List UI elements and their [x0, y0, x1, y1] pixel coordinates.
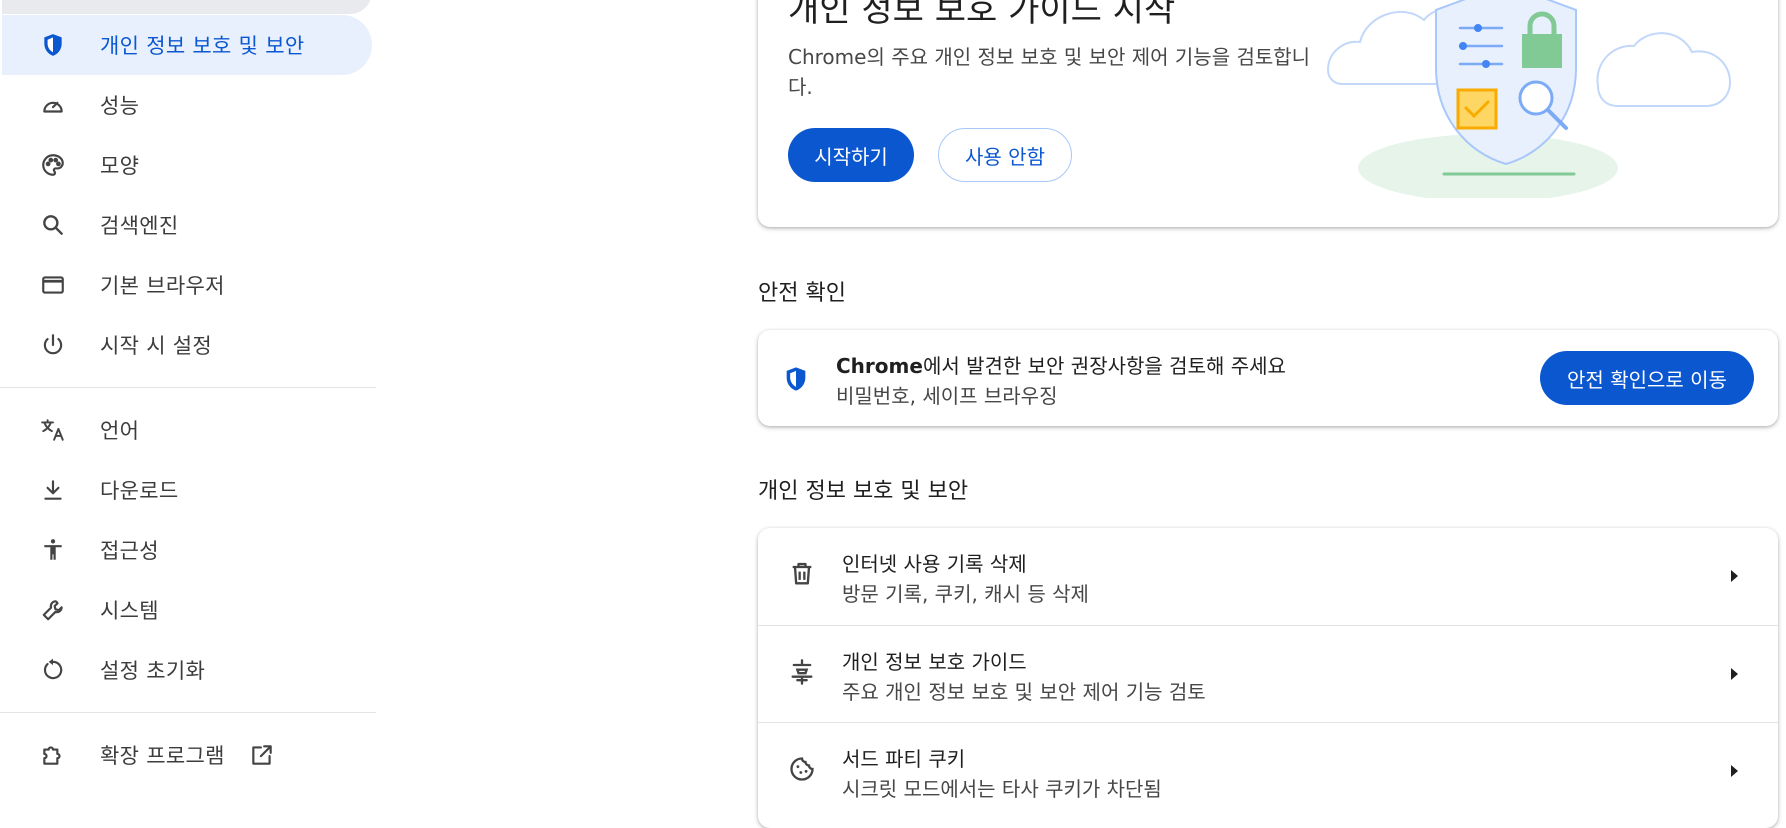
safety-check-subtext: 비밀번호, 세이프 브라우징	[836, 384, 1058, 408]
extension-icon	[38, 740, 68, 770]
row-title: 서드 파티 쿠키	[842, 747, 966, 771]
privacy-guide-title: 개인 정보 보호 가이드 시작	[788, 0, 1176, 30]
chevron-right-icon	[1731, 570, 1738, 582]
sidebar-item-default-browser[interactable]: 기본 브라우저	[2, 255, 372, 315]
wrench-icon	[38, 595, 68, 625]
sidebar-item-label: 다운로드	[100, 479, 179, 503]
sidebar-item-label: 접근성	[100, 539, 159, 563]
sidebar-item-previous[interactable]	[2, 0, 372, 14]
safety-check-section-title: 안전 확인	[758, 281, 846, 306]
sidebar-item-label: 모양	[100, 154, 140, 178]
sidebar-item-label: 확장 프로그램	[100, 744, 225, 768]
settings-sidebar: 개인 정보 보호 및 보안 성능 모양 검색엔진 기본 브라우저 시작 시 설정	[0, 0, 376, 799]
row-subtitle: 시크릿 모드에서는 타사 쿠키가 차단됨	[842, 777, 1162, 801]
sidebar-item-extensions[interactable]: 확장 프로그램	[2, 725, 372, 785]
sidebar-item-on-startup[interactable]: 시작 시 설정	[2, 315, 372, 375]
palette-icon	[38, 150, 68, 180]
sidebar-item-label: 성능	[100, 94, 140, 118]
row-subtitle: 주요 개인 정보 보호 및 보안 제어 기능 검토	[842, 680, 1206, 704]
sidebar-divider	[0, 387, 376, 388]
download-icon	[38, 475, 68, 505]
chevron-right-icon	[1731, 765, 1738, 777]
sidebar-item-label: 시스템	[100, 599, 159, 623]
external-link-icon	[249, 742, 275, 768]
sidebar-item-languages[interactable]: 언어	[2, 400, 372, 460]
accessibility-icon	[38, 535, 68, 565]
sidebar-item-label: 개인 정보 보호 및 보안	[100, 34, 305, 58]
third-party-cookies-row[interactable]: 서드 파티 쿠키 시크릿 모드에서는 타사 쿠키가 차단됨	[758, 722, 1778, 819]
sidebar-item-label: 언어	[100, 419, 140, 443]
sidebar-item-performance[interactable]: 성능	[2, 75, 372, 135]
row-subtitle: 방문 기록, 쿠키, 캐시 등 삭제	[842, 582, 1089, 606]
safety-check-message: Chrome에서 발견한 보안 권장사항을 검토해 주세요	[836, 350, 1286, 379]
safety-shield-icon	[786, 367, 806, 391]
privacy-guide-promo-card: 개인 정보 보호 가이드 시작 Chrome의 주요 개인 정보 보호 및 보안…	[758, 0, 1778, 227]
privacy-security-list: 인터넷 사용 기록 삭제 방문 기록, 쿠키, 캐시 등 삭제 개인 정보 보호…	[758, 528, 1778, 828]
privacy-guide-icon	[788, 658, 818, 688]
power-icon	[38, 330, 68, 360]
sidebar-item-downloads[interactable]: 다운로드	[2, 460, 372, 520]
go-to-safety-check-button[interactable]: 안전 확인으로 이동	[1540, 351, 1754, 405]
cookie-icon	[788, 755, 818, 785]
sidebar-item-system[interactable]: 시스템	[2, 580, 372, 640]
sidebar-item-search-engine[interactable]: 검색엔진	[2, 195, 372, 255]
search-icon	[38, 210, 68, 240]
speedometer-icon	[38, 90, 68, 120]
privacy-guide-illustration	[1326, 0, 1732, 198]
row-title: 인터넷 사용 기록 삭제	[842, 552, 1027, 576]
sidebar-item-label: 기본 브라우저	[100, 274, 225, 298]
sidebar-item-label: 시작 시 설정	[100, 334, 213, 358]
sidebar-item-appearance[interactable]: 모양	[2, 135, 372, 195]
reset-icon	[38, 655, 68, 685]
translate-icon	[38, 415, 68, 445]
privacy-guide-row[interactable]: 개인 정보 보호 가이드 주요 개인 정보 보호 및 보안 제어 기능 검토	[758, 625, 1778, 722]
privacy-security-section-title: 개인 정보 보호 및 보안	[758, 479, 969, 504]
safety-check-card: Chrome에서 발견한 보안 권장사항을 검토해 주세요 비밀번호, 세이프 …	[758, 330, 1778, 426]
safety-check-message-text: 에서 발견한 보안 권장사항을 검토해 주세요	[922, 354, 1286, 378]
start-privacy-guide-button[interactable]: 시작하기	[788, 128, 914, 182]
shield-icon	[38, 30, 68, 60]
sidebar-item-privacy-security[interactable]: 개인 정보 보호 및 보안	[2, 15, 372, 75]
sidebar-item-accessibility[interactable]: 접근성	[2, 520, 372, 580]
privacy-guide-description: Chrome의 주요 개인 정보 보호 및 보안 제어 기능을 검토합니다.	[788, 45, 1311, 99]
trash-icon	[788, 560, 818, 590]
sidebar-item-reset-settings[interactable]: 설정 초기화	[2, 640, 372, 700]
sidebar-item-label: 설정 초기화	[100, 659, 206, 683]
row-title: 개인 정보 보호 가이드	[842, 650, 1027, 674]
browser-window-icon	[38, 270, 68, 300]
chevron-right-icon	[1731, 668, 1738, 680]
sidebar-divider	[0, 712, 376, 713]
no-thanks-button[interactable]: 사용 안함	[938, 128, 1072, 182]
sidebar-item-label: 검색엔진	[100, 214, 179, 238]
clear-browsing-data-row[interactable]: 인터넷 사용 기록 삭제 방문 기록, 쿠키, 캐시 등 삭제	[758, 528, 1778, 624]
safety-check-brand: Chrome	[836, 354, 923, 378]
